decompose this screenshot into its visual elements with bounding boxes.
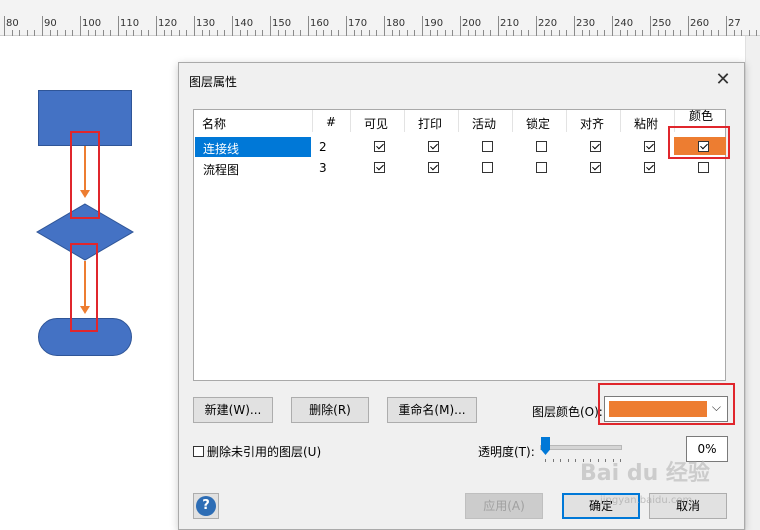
ruler-tick	[270, 16, 271, 36]
ruler-label: 220	[538, 18, 558, 29]
watermark-logo: Bai du 经验	[580, 461, 710, 486]
ruler-label: 27	[728, 18, 741, 29]
layer-number-cell: 2	[319, 140, 327, 154]
column-header-color[interactable]: 颜色	[689, 107, 713, 124]
ruler-tick	[80, 16, 81, 36]
ruler-tick	[308, 16, 309, 36]
highlight-box-color-cell	[668, 126, 730, 159]
ruler-label: 130	[196, 18, 216, 29]
checkbox-visible[interactable]	[374, 162, 385, 173]
checkbox-glue[interactable]	[644, 162, 655, 173]
ruler-label: 140	[234, 18, 254, 29]
vertical-scrollbar[interactable]	[745, 36, 760, 530]
ruler-tick	[536, 16, 537, 36]
layer-number-cell: 3	[319, 161, 327, 175]
ruler-tick	[156, 16, 157, 36]
checkbox-lock[interactable]	[536, 162, 547, 173]
ruler-tick	[650, 16, 651, 36]
ruler-tick	[384, 16, 385, 36]
dialog-title: 图层属性	[189, 75, 238, 89]
highlight-box-layer-color	[598, 383, 735, 425]
ruler-tick	[498, 16, 499, 36]
highlight-box-connector-2	[70, 243, 98, 332]
ruler-tick	[688, 16, 689, 36]
highlight-box-connector-1	[70, 131, 100, 219]
checkbox-print[interactable]	[428, 162, 439, 173]
new-layer-button[interactable]: 新建(W)...	[193, 397, 273, 423]
layer-name-cell[interactable]: 连接线	[203, 140, 239, 157]
ruler-label: 160	[310, 18, 330, 29]
slider-tick	[560, 459, 561, 462]
checkbox-active[interactable]	[482, 141, 493, 152]
checkbox-lock[interactable]	[536, 141, 547, 152]
slider-tick	[575, 459, 576, 462]
ruler-label: 250	[652, 18, 672, 29]
ruler-tick	[422, 16, 423, 36]
ruler-label: 260	[690, 18, 710, 29]
ruler-tick	[4, 16, 5, 36]
ruler-label: 230	[576, 18, 596, 29]
checkbox-active[interactable]	[482, 162, 493, 173]
ruler-label: 120	[158, 18, 178, 29]
layer-name-cell[interactable]: 流程图	[203, 161, 239, 178]
ruler-label: 80	[6, 18, 19, 29]
layer-color-label: 图层颜色(O):	[532, 405, 603, 419]
slider-tick	[545, 459, 546, 462]
ruler-tick	[574, 16, 575, 36]
ruler-label: 180	[386, 18, 406, 29]
checkbox-glue[interactable]	[644, 141, 655, 152]
ruler-label: 170	[348, 18, 368, 29]
checkbox-print[interactable]	[428, 141, 439, 152]
watermark-url: jingyan.baidu.com	[600, 495, 693, 506]
slider-tick	[552, 459, 554, 462]
column-header-active[interactable]: 活动	[472, 115, 496, 132]
ruler-tick	[612, 16, 613, 36]
column-header-visible[interactable]: 可见	[364, 115, 388, 132]
checkbox-snap[interactable]	[590, 162, 601, 173]
checkbox-visible[interactable]	[374, 141, 385, 152]
ruler-label: 150	[272, 18, 292, 29]
checkbox-color[interactable]	[698, 162, 709, 173]
rename-layer-button[interactable]: 重命名(M)...	[387, 397, 477, 423]
ruler-tick	[460, 16, 461, 36]
horizontal-ruler: 80 90 100 110 120 130 140 150 160 170 180 190 200 210…	[0, 0, 760, 36]
delete-layer-button[interactable]: 删除(R)	[291, 397, 369, 423]
ruler-tick	[346, 16, 347, 36]
ruler-label: 190	[424, 18, 444, 29]
column-header-number[interactable]: #	[326, 115, 336, 129]
close-icon[interactable]: ✕	[710, 67, 736, 93]
transparency-slider-track[interactable]	[540, 445, 622, 450]
checkbox-snap[interactable]	[590, 141, 601, 152]
slider-tick	[567, 459, 569, 462]
transparency-label: 透明度(T):	[478, 445, 535, 459]
apply-button[interactable]: 应用(A)	[465, 493, 543, 519]
column-header-name[interactable]: 名称	[202, 115, 226, 132]
ruler-label: 110	[120, 18, 140, 29]
ruler-tick	[232, 16, 233, 36]
ruler-tick	[194, 16, 195, 36]
help-icon[interactable]: ?	[196, 496, 216, 516]
ruler-tick	[726, 16, 727, 36]
ruler-tick	[118, 16, 119, 36]
ruler-tick	[42, 16, 43, 36]
ruler-label: 210	[500, 18, 520, 29]
column-header-lock[interactable]: 锁定	[526, 115, 550, 132]
column-header-print[interactable]: 打印	[418, 115, 442, 132]
column-header-glue[interactable]: 粘附	[634, 115, 658, 132]
remove-unused-layers-checkbox[interactable]	[193, 446, 204, 457]
ruler-label: 200	[462, 18, 482, 29]
column-header-snap[interactable]: 对齐	[580, 115, 604, 132]
remove-unused-layers-label[interactable]: 删除未引用的图层(U)	[193, 443, 321, 460]
ruler-label: 90	[44, 18, 57, 29]
ruler-label: 100	[82, 18, 102, 29]
ruler-label: 240	[614, 18, 634, 29]
